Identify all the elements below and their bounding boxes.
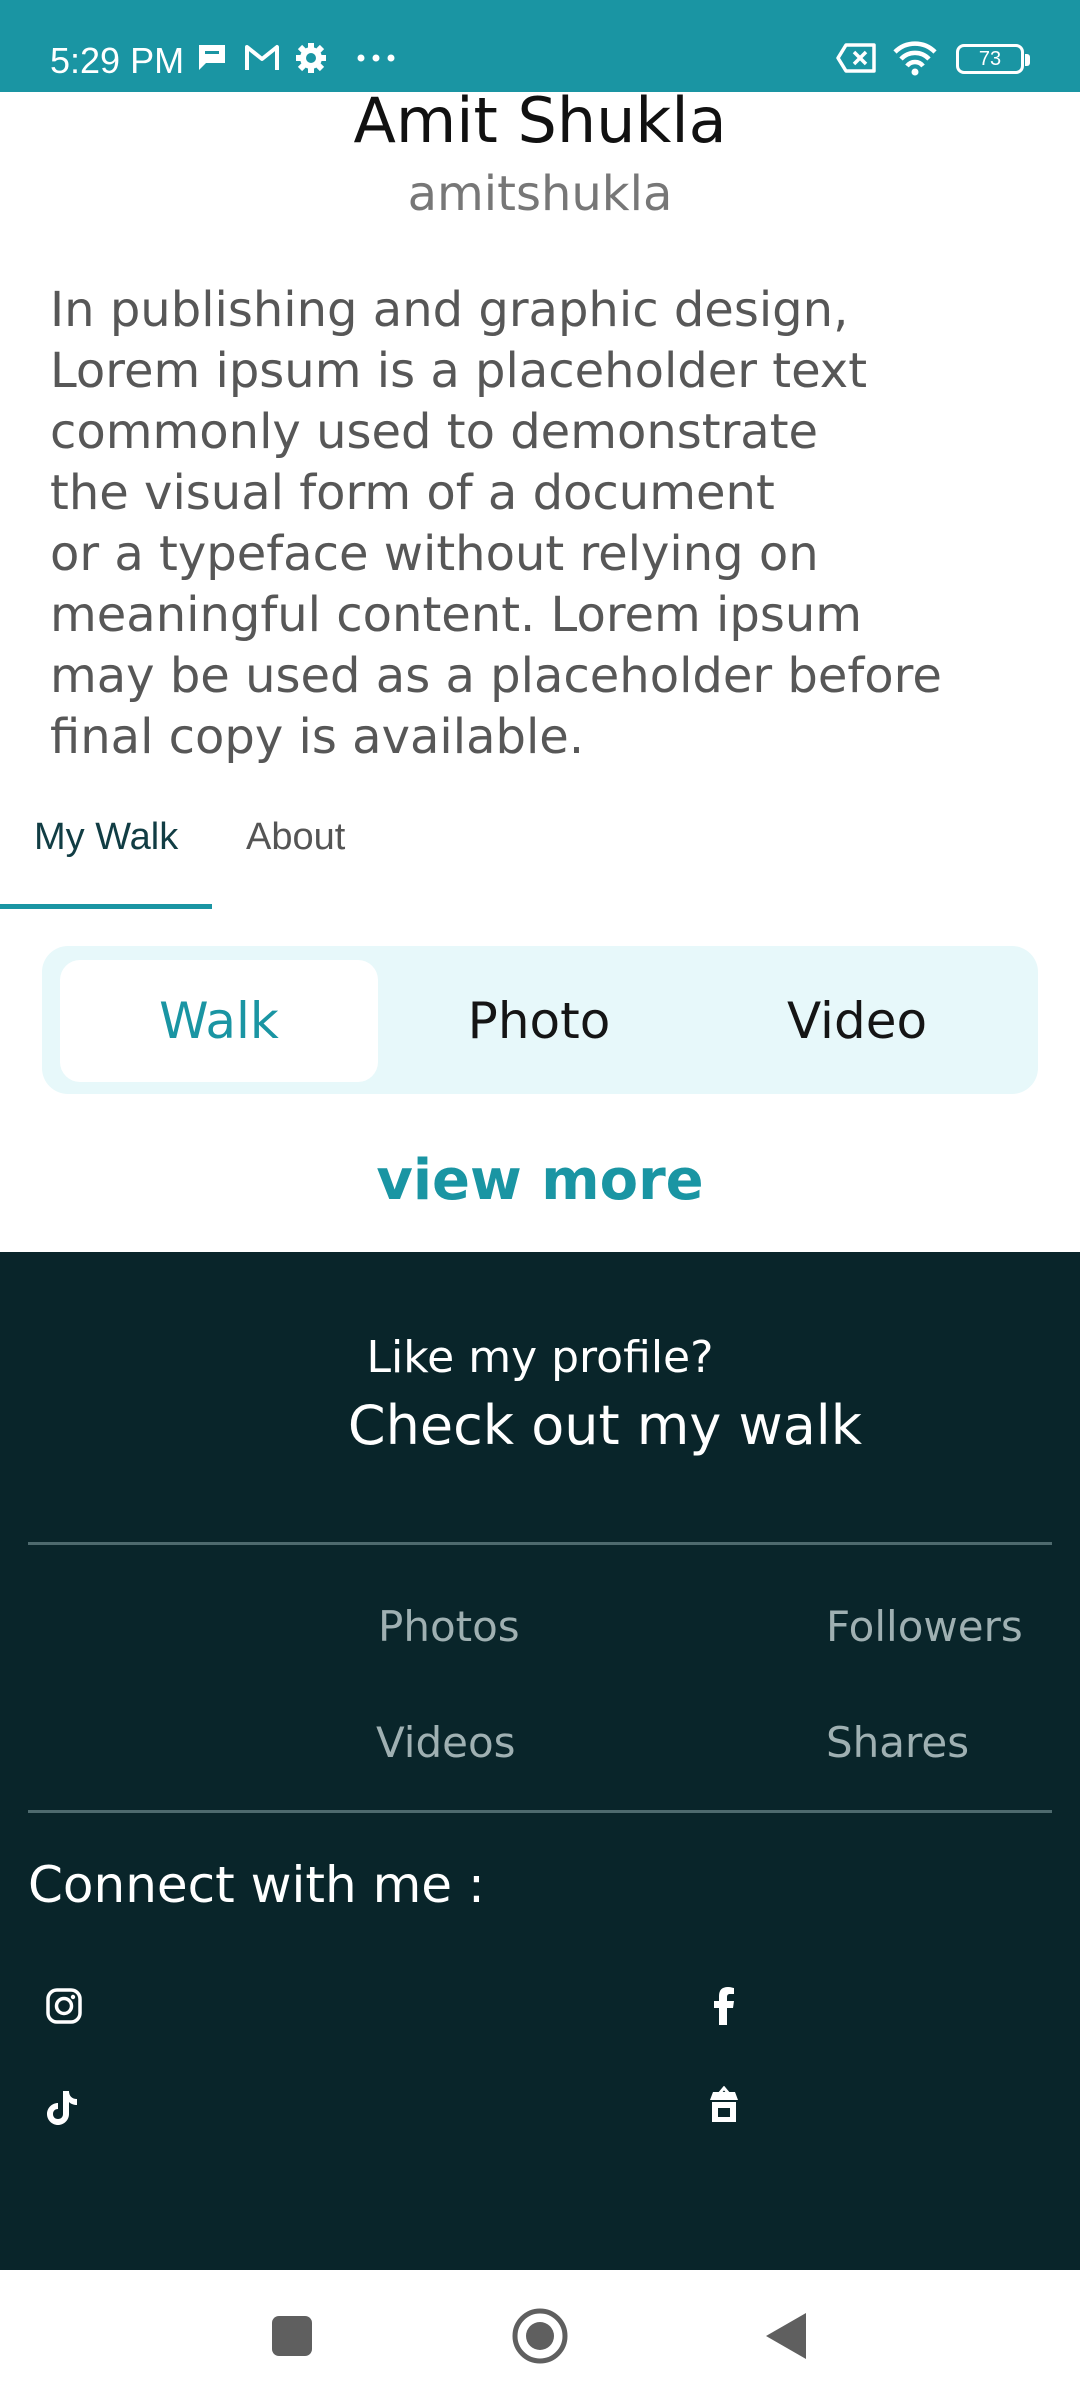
- footer-section: Like my profile? Check out my walk Photo…: [0, 1252, 1080, 2270]
- battery-icon: 73: [956, 44, 1030, 74]
- facebook-icon[interactable]: [700, 1982, 748, 2030]
- view-more-link[interactable]: view more: [0, 1148, 1080, 1213]
- more-dots-icon: [356, 40, 396, 76]
- status-time: 5:29 PM: [50, 40, 185, 81]
- store-icon[interactable]: [700, 2082, 748, 2130]
- gmail-icon: [244, 40, 280, 76]
- system-nav-bar: [0, 2270, 1080, 2400]
- stat-followers[interactable]: Followers: [826, 1602, 1023, 1651]
- profile-handle: amitshukla: [407, 166, 673, 222]
- profile-tabs: My Walk About: [0, 808, 1080, 912]
- stat-videos[interactable]: Videos: [376, 1718, 516, 1767]
- active-tab-indicator: [0, 904, 212, 909]
- message-icon: [196, 40, 230, 76]
- sim-off-icon: [836, 40, 878, 76]
- cta-check-walk[interactable]: Check out my walk: [0, 1394, 1080, 1457]
- segment-photo[interactable]: Photo: [380, 960, 698, 1082]
- instagram-icon[interactable]: [40, 1982, 88, 2030]
- stat-photos[interactable]: Photos: [378, 1602, 520, 1651]
- home-button[interactable]: [510, 2306, 570, 2366]
- back-button[interactable]: [756, 2306, 816, 2366]
- settings-icon: [294, 40, 328, 76]
- cta-question: Like my profile?: [366, 1332, 714, 1383]
- segment-video[interactable]: Video: [698, 960, 1016, 1082]
- status-bar: 5:29 PM 73: [0, 0, 1080, 92]
- recents-button[interactable]: [262, 2306, 322, 2366]
- media-type-segment: Walk Photo Video: [42, 946, 1038, 1094]
- profile-name: Amit Shukla: [353, 84, 727, 157]
- segment-walk[interactable]: Walk: [60, 960, 378, 1082]
- tab-about[interactable]: About: [246, 816, 345, 859]
- wifi-icon: [892, 40, 938, 76]
- connect-label: Connect with me :: [28, 1856, 485, 1914]
- tiktok-icon[interactable]: [38, 2084, 86, 2132]
- footer-divider-top: [28, 1542, 1052, 1545]
- footer-divider-bottom: [28, 1810, 1052, 1813]
- stat-shares[interactable]: Shares: [826, 1718, 969, 1767]
- tab-my-walk[interactable]: My Walk: [34, 816, 178, 859]
- profile-bio: In publishing and graphic design, Lorem …: [50, 282, 942, 765]
